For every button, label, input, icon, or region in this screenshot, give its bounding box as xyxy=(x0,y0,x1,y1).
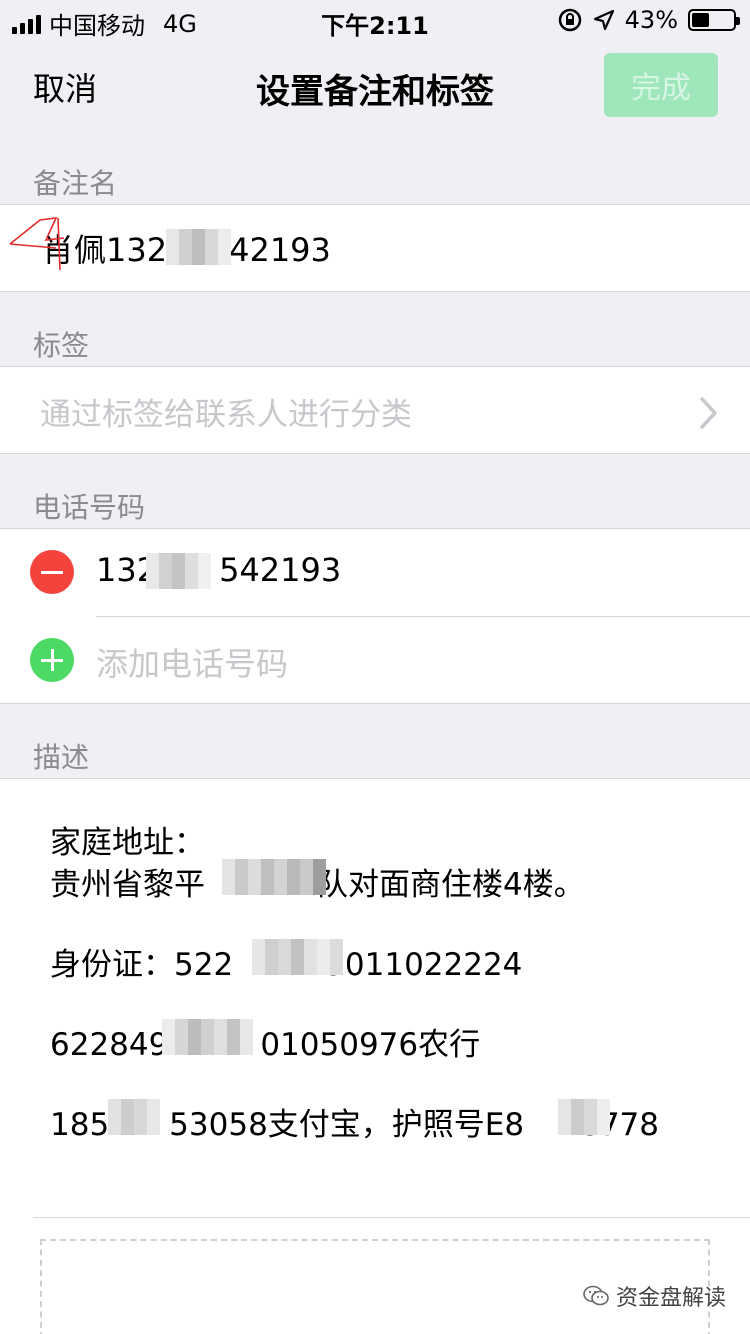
cancel-button[interactable]: 取消 xyxy=(33,64,97,110)
battery-percent: 43% xyxy=(624,6,678,34)
done-button[interactable]: 完成 xyxy=(604,53,718,117)
orientation-lock-icon xyxy=(558,8,581,32)
status-bar: 中国移动 4G 下午2:11 43% xyxy=(0,0,750,40)
description-text: 01050976农行 xyxy=(260,1027,481,1063)
censor-mosaic xyxy=(146,553,211,589)
location-icon xyxy=(593,9,614,31)
red-annotation-mark xyxy=(9,217,65,271)
description-text: 53058支付宝，护照号E8 xyxy=(169,1107,525,1143)
phone-number-field[interactable]: 132 542193 xyxy=(96,551,341,589)
tags-section-label: 标签 xyxy=(33,329,90,362)
remark-cell[interactable]: 肖佩132 42193 xyxy=(0,204,750,292)
remark-name-field[interactable]: 肖佩132 42193 xyxy=(42,225,642,271)
censor-mosaic xyxy=(162,1019,253,1055)
phone-number-suffix: 542193 xyxy=(219,551,342,589)
censor-mosaic xyxy=(558,1099,610,1135)
description-text: 622849 xyxy=(50,1027,169,1063)
description-text: 185 xyxy=(50,1107,110,1143)
description-section-label: 描述 xyxy=(33,741,90,774)
remark-section-label: 备注名 xyxy=(33,167,118,200)
remark-value-suffix: 42193 xyxy=(229,231,331,269)
description-text: 队对面商住楼4楼。 xyxy=(317,867,585,903)
add-phone-placeholder[interactable]: 添加电话号码 xyxy=(96,639,288,685)
minus-circle-icon[interactable] xyxy=(30,550,74,594)
tags-cell[interactable]: 通过标签给联系人进行分类 xyxy=(0,366,750,454)
chevron-right-icon xyxy=(700,397,717,429)
censor-mosaic xyxy=(108,1099,160,1135)
phone-section-label: 电话号码 xyxy=(33,491,146,524)
description-line: 622849 01050976农行 xyxy=(50,1019,480,1064)
phone-cell: 132 542193 添加电话号码 xyxy=(0,528,750,704)
description-divider xyxy=(33,1217,750,1218)
watermark-text: 资金盘解读 xyxy=(615,1286,726,1311)
navigation-bar: 取消 设置备注和标签 完成 xyxy=(0,44,750,132)
description-text: 9011022224 xyxy=(325,947,523,983)
description-text: 身份证：522 xyxy=(50,947,234,983)
watermark: 资金盘解读 xyxy=(582,1280,726,1312)
description-line: 家庭地址： xyxy=(50,825,205,861)
wechat-icon xyxy=(583,1285,609,1306)
censor-mosaic xyxy=(252,939,343,975)
description-cell[interactable]: 家庭地址： 贵州省黎平 队对面商住楼4楼。 身份证：522 9011022224 6… xyxy=(0,778,750,1334)
add-phone-row[interactable]: 添加电话号码 xyxy=(0,617,750,703)
battery-icon xyxy=(688,9,740,31)
censor-mosaic xyxy=(166,229,231,265)
phone-number-row[interactable]: 132 542193 xyxy=(0,529,750,615)
status-right: 43% xyxy=(557,6,740,34)
description-text: 贵州省黎平 xyxy=(50,867,205,903)
censor-mosaic xyxy=(222,859,326,895)
tags-placeholder: 通过标签给联系人进行分类 xyxy=(40,397,412,433)
plus-circle-icon[interactable] xyxy=(30,638,74,682)
